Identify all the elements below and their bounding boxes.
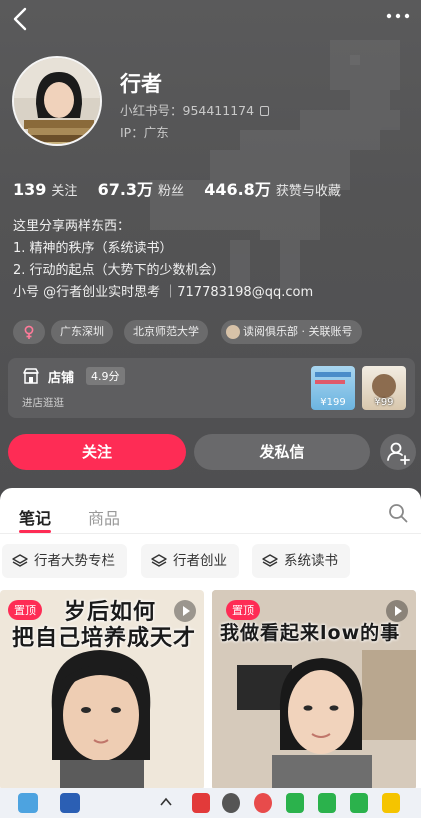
store-title: 店铺: [48, 371, 75, 386]
stats-row: 139 关注 67.3万 粉丝 446.8万 获赞与收藏: [13, 176, 357, 200]
location-tag: 广东深圳: [51, 320, 113, 344]
product-art: [315, 372, 351, 377]
bio-line: 2. 行动的起点（大势下的少数机会）: [13, 263, 225, 278]
back-icon[interactable]: [10, 6, 34, 32]
collection-chip[interactable]: 行者创业: [141, 544, 239, 578]
message-button[interactable]: 发私信: [194, 434, 370, 470]
note-card[interactable]: 置顶 岁后如何 把自己培养成天才: [0, 590, 204, 788]
school-tag: 北京师范大学: [124, 320, 208, 344]
chevron-up-icon[interactable]: [160, 797, 172, 807]
tab-notes[interactable]: 笔记: [19, 505, 51, 529]
layers-icon: [12, 554, 28, 567]
caption-line: 把自己培养成天才: [12, 626, 197, 651]
tab-products[interactable]: 商品: [88, 505, 120, 529]
content-panel: 笔记 商品 行者大势专栏 行者创业 系统读书 置顶 岁后如何 把自己培养成天才: [0, 488, 421, 788]
store-subtitle: 进店逛逛: [22, 397, 64, 409]
xiaohongshu-id: 小红书号：954411174: [120, 100, 270, 119]
collection-label: 行者创业: [173, 553, 227, 569]
search-icon[interactable]: [387, 502, 409, 524]
product-thumbnail[interactable]: ¥199: [311, 366, 355, 410]
bio-line: 小号 @行者创业实时思考 ｜717783198@qq.com: [13, 285, 314, 300]
more-icon[interactable]: [385, 6, 411, 26]
notepad-icon[interactable]: [18, 793, 38, 813]
store-card[interactable]: 店铺 4.9分 进店逛逛 ¥199 ¥99: [8, 358, 415, 418]
collection-chip[interactable]: 行者大势专栏: [2, 544, 127, 578]
collections-row: 行者大势专栏 行者创业 系统读书: [0, 544, 421, 580]
bio: 这里分享两样东西： 1. 精神的秩序（系统读书） 2. 行动的起点（大势下的少数…: [13, 216, 313, 304]
wechat-icon[interactable]: [350, 793, 368, 813]
add-friend-icon: [387, 442, 410, 465]
stat-likes[interactable]: 446.8万 获赞与收藏: [204, 176, 357, 200]
product-art: [315, 380, 345, 384]
collection-label: 系统读书: [284, 553, 338, 569]
tray-app-icon[interactable]: [254, 793, 272, 813]
product-price: ¥99: [374, 397, 394, 408]
store-icon: [23, 368, 39, 384]
tray-app-icon[interactable]: [192, 793, 210, 813]
tray-app-icon[interactable]: [382, 793, 400, 813]
female-icon: [24, 325, 34, 339]
stat-following[interactable]: 139 关注: [13, 180, 93, 199]
wechat-icon[interactable]: [286, 793, 304, 813]
active-tab-indicator: [19, 530, 51, 533]
play-icon: [174, 600, 196, 622]
add-friend-button[interactable]: [380, 434, 416, 470]
layers-icon: [262, 554, 278, 567]
content-tabs: 笔记 商品: [0, 488, 421, 534]
linked-account-label: 读阅俱乐部 · 关联账号: [243, 325, 353, 338]
store-rating: 4.9分: [86, 367, 125, 385]
pinned-badge: 置顶: [226, 600, 260, 620]
word-icon[interactable]: [60, 793, 80, 813]
product-price: ¥199: [320, 397, 346, 408]
collection-chip[interactable]: 系统读书: [252, 544, 350, 578]
collection-label: 行者大势专栏: [34, 553, 115, 569]
top-bar: [0, 0, 421, 40]
profile-name: 行者: [120, 72, 162, 96]
product-art: [372, 374, 396, 398]
note-card[interactable]: 置顶 我做看起来low的事: [212, 590, 416, 788]
follow-button[interactable]: 关注: [8, 434, 186, 470]
profile-header: 行者 小红书号：954411174 IP：广东 139 关注 67.3万 粉丝 44…: [0, 0, 421, 490]
windows-taskbar: [0, 788, 421, 818]
product-thumbnail[interactable]: ¥99: [362, 366, 406, 410]
avatar[interactable]: [12, 56, 102, 146]
tray-app-icon[interactable]: [222, 793, 240, 813]
pinned-badge: 置顶: [8, 600, 42, 620]
ip-location: IP：广东: [120, 125, 169, 140]
gender-tag: [13, 320, 45, 344]
note-caption: 我做看起来low的事: [220, 622, 401, 644]
play-icon: [386, 600, 408, 622]
wechat-icon[interactable]: [318, 793, 336, 813]
bio-line: 这里分享两样东西：: [13, 219, 131, 234]
copy-icon[interactable]: [260, 106, 270, 116]
linked-account-tag[interactable]: 读阅俱乐部 · 关联账号: [221, 320, 362, 344]
id-label: 小红书号：954411174: [120, 103, 255, 118]
stat-followers[interactable]: 67.3万 粉丝: [98, 176, 201, 200]
bio-line: 1. 精神的秩序（系统读书）: [13, 241, 173, 256]
linked-account-avatar: [226, 325, 240, 339]
layers-icon: [151, 554, 167, 567]
